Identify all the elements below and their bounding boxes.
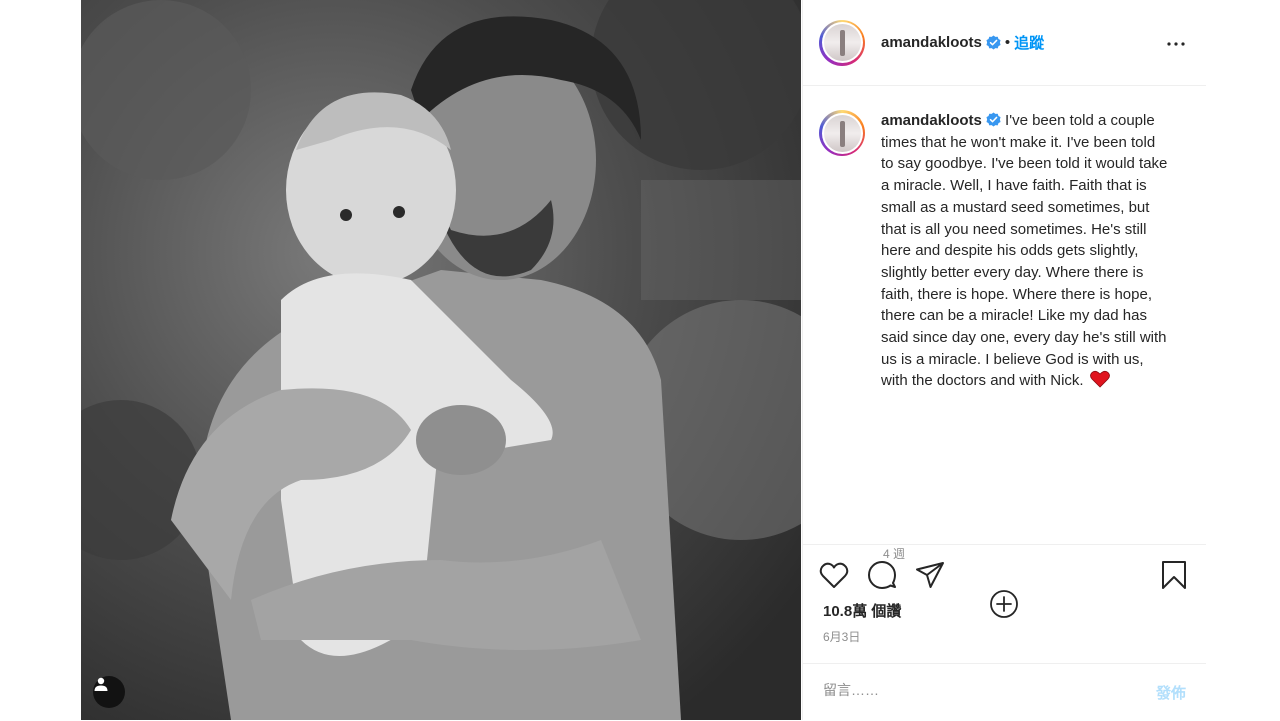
avatar[interactable]: [819, 19, 865, 66]
user-tags-button[interactable]: [93, 676, 125, 708]
comment-button[interactable]: [865, 558, 899, 592]
caption-body: I've been told a couple times that he wo…: [881, 112, 1168, 390]
header-username[interactable]: amandakloots: [881, 34, 982, 51]
post-side-panel: amandakloots • 追蹤 amandakloots I've been…: [802, 0, 1206, 720]
bookmark-icon: [1162, 561, 1186, 589]
share-icon: [916, 562, 944, 588]
likes-count[interactable]: 10.8萬 個讚: [823, 600, 901, 621]
save-button[interactable]: [1157, 558, 1191, 592]
add-comment-bar: 發佈: [803, 663, 1206, 721]
red-heart-icon: [1089, 371, 1110, 389]
user-tag-icon: [94, 677, 108, 691]
post-photo-illustration: [81, 0, 801, 720]
caption-avatar-border: [821, 112, 863, 154]
follow-button[interactable]: 追蹤: [1014, 32, 1044, 53]
caption-avatar-image: [823, 114, 861, 152]
caption-text-block: amandakloots I've been told a couple tim…: [881, 110, 1171, 392]
avatar-border: [821, 22, 863, 63]
verified-badge-icon: [986, 35, 1001, 50]
comments-section: amandakloots I've been told a couple tim…: [803, 86, 1206, 618]
like-button[interactable]: [817, 558, 851, 592]
comment-icon: [868, 561, 896, 589]
separator-dot: •: [1004, 34, 1011, 51]
verified-badge-icon: [986, 112, 1001, 127]
more-options-button[interactable]: [1164, 32, 1188, 56]
caption-avatar[interactable]: [819, 110, 865, 156]
post-header: amandakloots • 追蹤: [803, 0, 1206, 86]
caption: amandakloots I've been told a couple tim…: [819, 110, 1182, 392]
post-photo[interactable]: [81, 0, 801, 720]
post-date[interactable]: 6月3日: [823, 628, 860, 645]
caption-username[interactable]: amandakloots: [881, 112, 982, 129]
comment-input[interactable]: [823, 682, 1113, 698]
avatar-image: [823, 24, 861, 61]
post-container: amandakloots • 追蹤 amandakloots I've been…: [81, 0, 1206, 720]
post-comment-button[interactable]: 發佈: [1156, 682, 1186, 703]
heart-icon: [819, 562, 849, 588]
share-button[interactable]: [913, 558, 947, 592]
more-horizontal-icon: [1167, 42, 1185, 46]
action-bar: [803, 545, 1206, 605]
